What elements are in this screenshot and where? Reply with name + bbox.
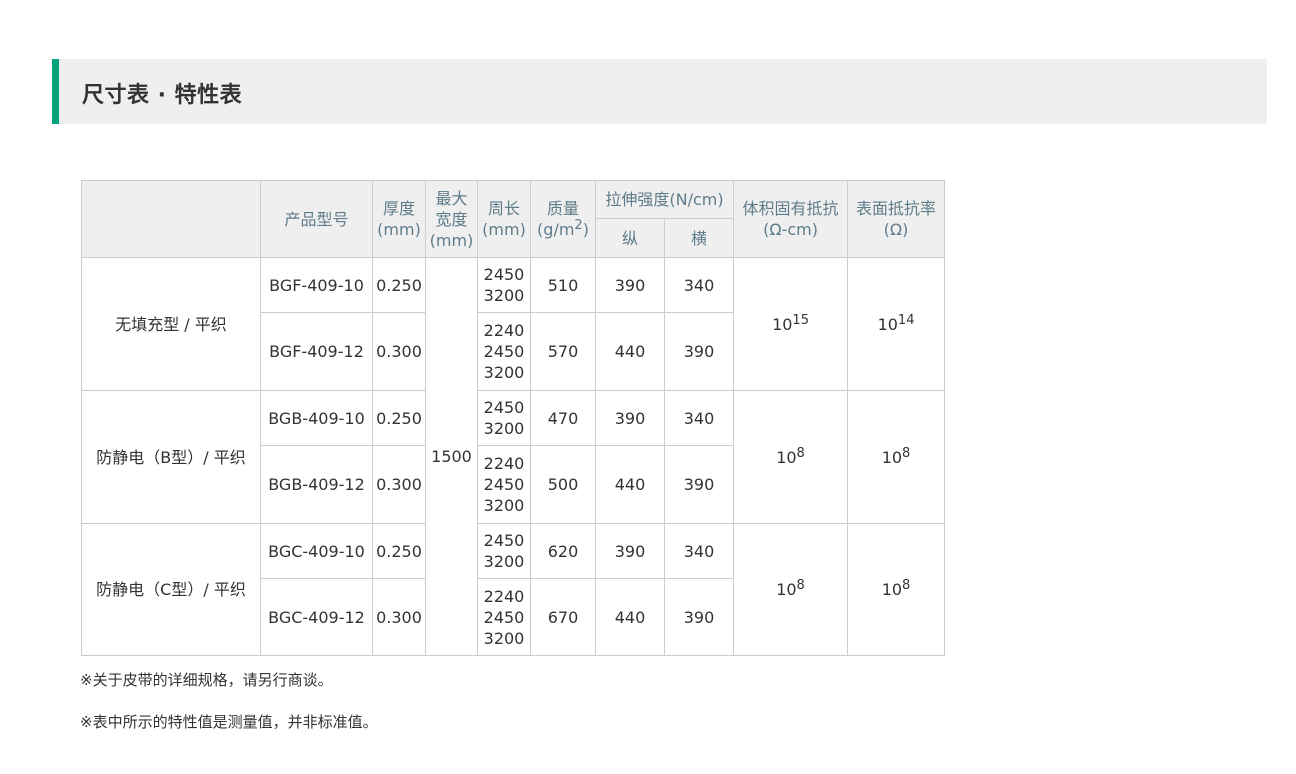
thickness-cell: 0.300 [372,578,426,656]
section-header: 尺寸表 · 特性表 [52,59,1267,124]
circumference-cell: 2240 2450 3200 [477,445,531,524]
table-row: 防静电（B型）/ 平织 BGB-409-10 0.250 2450 3200 47… [81,390,946,524]
thickness-cell: 0.300 [372,445,426,524]
header-volume-resistivity: 体积固有抵抗 (Ω-cm) [733,180,849,258]
circumference-cell: 2450 3200 [477,257,531,313]
note-measured-values: ※表中所示的特性值是测量值，并非标准值。 [80,713,378,731]
surface-resistivity-cell: 1014 [847,257,946,391]
thickness-cell: 0.250 [372,257,426,313]
thickness-cell: 0.300 [372,312,426,391]
max-width-cell: 1500 [425,257,478,656]
circumference-cell: 2240 2450 3200 [477,312,531,391]
model-cell: BGF-409-10 [260,257,373,313]
tensile-trans-cell: 390 [663,578,735,656]
tensile-trans-cell: 390 [663,312,735,391]
header-tensile-longitudinal: 纵 [595,218,665,258]
volume-resistivity-cell: 108 [733,523,849,656]
header-surface-resistivity: 表面抵抗率 (Ω) [847,180,946,258]
section-title: 尺寸表 · 特性表 [82,83,243,108]
tensile-trans-cell: 340 [663,523,735,579]
header-model: 产品型号 [260,180,373,258]
mass-cell: 470 [530,390,596,446]
volume-resistivity-cell: 108 [733,390,849,524]
model-cell: BGC-409-12 [260,578,373,656]
model-cell: BGB-409-10 [260,390,373,446]
header-tensile-transverse: 横 [663,218,735,258]
table-row: 无填充型 / 平织 BGF-409-10 0.250 1500 2450 3200… [81,257,946,656]
mass-cell: 570 [530,312,596,391]
thickness-cell: 0.250 [372,390,426,446]
surface-resistivity-cell: 108 [847,523,946,656]
tensile-long-cell: 440 [595,578,665,656]
tensile-long-cell: 390 [595,390,665,446]
circumference-cell: 2240 2450 3200 [477,578,531,656]
mass-cell: 620 [530,523,596,579]
header-max-width: 最大 宽度 (mm) [425,180,478,258]
tensile-trans-cell: 340 [663,390,735,446]
tensile-trans-cell: 390 [663,445,735,524]
header-circumference: 周长 (mm) [477,180,531,258]
circumference-cell: 2450 3200 [477,390,531,446]
category-cell: 防静电（B型）/ 平织 [81,390,261,524]
header-thickness: 厚度 (mm) [372,180,426,258]
header-tensile-strength: 拉伸强度(N/cm) [594,180,735,219]
mass-cell: 670 [530,578,596,656]
tensile-long-cell: 440 [595,312,665,391]
header-mass: 质量 (g/m2) [530,180,596,258]
mass-cell: 510 [530,257,596,313]
surface-resistivity-cell: 108 [847,390,946,524]
model-cell: BGC-409-10 [260,523,373,579]
header-category [81,180,261,258]
tensile-long-cell: 440 [595,445,665,524]
spec-table: 产品型号 厚度 (mm) 最大 宽度 (mm) 周长 (mm) 质量 (g/m2) 拉伸强… [81,180,946,656]
volume-resistivity-cell: 1015 [733,257,849,391]
tensile-trans-cell: 340 [663,257,735,313]
thickness-cell: 0.250 [372,523,426,579]
note-detailed-specs: ※关于皮带的详细规格，请另行商谈。 [80,671,333,689]
table-row: 防静电（C型）/ 平织 BGC-409-10 0.250 2450 3200 62… [81,523,946,656]
model-cell: BGF-409-12 [260,312,373,391]
circumference-cell: 2450 3200 [477,523,531,579]
category-cell: 无填充型 / 平织 [81,257,261,391]
model-cell: BGB-409-12 [260,445,373,524]
category-cell: 防静电（C型）/ 平织 [81,523,261,656]
tensile-long-cell: 390 [595,257,665,313]
tensile-long-cell: 390 [595,523,665,579]
mass-cell: 500 [530,445,596,524]
